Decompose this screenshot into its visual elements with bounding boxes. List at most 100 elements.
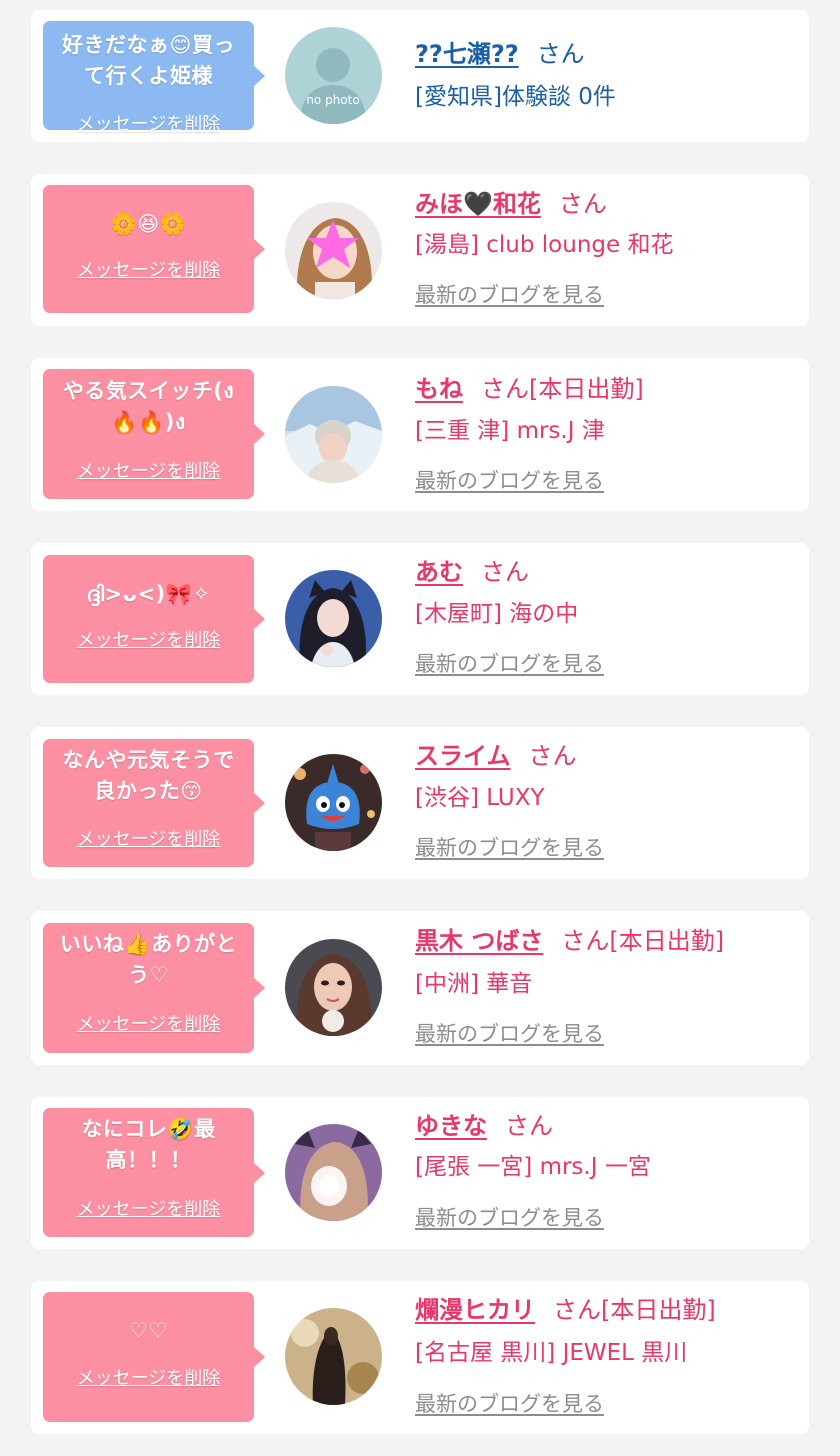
message-bubble: 好きだなぁ😊買っ て行くよ姫様 メッセージを削除 [43, 21, 265, 135]
message-bubble: ♡♡ メッセージを削除 [43, 1292, 265, 1422]
honorific: さん [481, 375, 529, 403]
avatar-photo [285, 1124, 382, 1221]
message-bubble: いいね👍ありがと う♡ メッセージを削除 [43, 923, 265, 1053]
no-photo-label: no photo [306, 93, 359, 107]
message-bubble: やる気スイッチ(ง 🔥🔥)ง メッセージを削除 [43, 369, 265, 499]
name-line: 黒木 つばさ さん[本日出勤] [415, 926, 724, 956]
message-line: 🔥🔥)ง [111, 410, 186, 434]
delete-message-link[interactable]: メッセージを削除 [43, 260, 254, 282]
message-line: う♡ [128, 963, 169, 987]
shop-info: [尾張 一宮] mrs.J 一宮 [415, 1154, 651, 1180]
girl-name-link[interactable]: スライム [415, 742, 511, 770]
delete-message-link[interactable]: メッセージを削除 [43, 829, 254, 851]
message-text: 🌼😆🌼 [47, 209, 250, 240]
delete-message-link[interactable]: メッセージを削除 [43, 1199, 254, 1221]
girl-name-link[interactable]: 黒木 つばさ [415, 927, 543, 955]
girl-name-link[interactable]: みほ🖤和花 [415, 190, 541, 218]
delete-message-link[interactable]: メッセージを削除 [43, 1368, 254, 1390]
honorific: さん [558, 190, 607, 218]
message-list: 好きだなぁ😊買っ て行くよ姫様 メッセージを削除 no photo ??七瀬??… [0, 0, 840, 1456]
latest-blog-link[interactable]: 最新のブログを見る [415, 468, 604, 494]
girl-name-link[interactable]: あむ [415, 558, 463, 586]
message-card: ♡♡ メッセージを削除 爛漫ヒカリ さん[本日出勤] [名古屋 黒川] JEWEL… [31, 1281, 809, 1434]
latest-blog-link[interactable]: 最新のブログを見る [415, 1391, 604, 1417]
honorific: さん [528, 742, 577, 770]
honorific: さん [561, 927, 610, 955]
message-line: 好きだなぁ😊買っ [62, 33, 235, 57]
shop-info: [木屋町] 海の中 [415, 601, 579, 627]
message-line: 🌼😆🌼 [110, 212, 187, 236]
message-line: 高！！！ [105, 1148, 192, 1172]
latest-blog-link[interactable]: 最新のブログを見る [415, 1021, 604, 1047]
avatar[interactable] [285, 754, 382, 851]
message-line: ♡♡ [129, 1319, 168, 1343]
shop-info: [三重 津] mrs.J 津 [415, 418, 605, 444]
delete-message-link[interactable]: メッセージを削除 [43, 630, 254, 652]
girl-name-link[interactable]: ゆきな [415, 1112, 487, 1140]
honorific: さん [481, 558, 529, 586]
name-line: ゆきな さん [415, 1111, 553, 1141]
delete-message-link[interactable]: メッセージを削除 [43, 461, 254, 483]
girl-name-link[interactable]: ??七瀬?? [415, 40, 519, 68]
message-card: いいね👍ありがと う♡ メッセージを削除 黒木 つばさ さん[本日出勤] [中洲]… [31, 911, 809, 1065]
honorific: さん [536, 40, 585, 68]
shop-info: [中洲] 華音 [415, 971, 533, 997]
message-text: ♡♡ [47, 1316, 250, 1347]
message-bubble: ദ്ദി>ᴗ<)🎀✧ メッセージを削除 [43, 555, 265, 683]
name-line: あむ さん [415, 557, 529, 587]
message-bubble: 🌼😆🌼 メッセージを削除 [43, 185, 265, 313]
message-text: 好きだなぁ😊買っ て行くよ姫様 [47, 30, 250, 92]
message-card: ദ്ദി>ᴗ<)🎀✧ メッセージを削除 あむ さん [木屋町] 海の中 最新のブロ… [31, 543, 809, 695]
no-photo-icon: no photo [285, 27, 382, 124]
honorific: さん [505, 1112, 553, 1140]
message-bubble: なんや元気そうで 良かった😙 メッセージを削除 [43, 739, 265, 867]
avatar[interactable] [285, 939, 382, 1036]
latest-blog-link[interactable]: 最新のブログを見る [415, 1205, 604, 1231]
message-line: やる気スイッチ(ง [62, 379, 235, 403]
name-line: みほ🖤和花 さん [415, 189, 607, 219]
message-card: なにコレ🤣最 高！！！ メッセージを削除 ゆきな さん [尾張 一宮] mrs.J… [31, 1097, 809, 1249]
message-bubble: なにコレ🤣最 高！！！ メッセージを削除 [43, 1108, 265, 1237]
avatar-photo [285, 202, 382, 299]
girl-name-link[interactable]: 爛漫ヒカリ [415, 1296, 535, 1324]
name-line: もね さん[本日出勤] [415, 374, 644, 404]
status-badge: [本日出勤] [601, 1296, 716, 1324]
message-line: ദ്ദി>ᴗ<)🎀✧ [86, 582, 211, 606]
latest-blog-link[interactable]: 最新のブログを見る [415, 282, 604, 308]
avatar[interactable] [285, 570, 382, 667]
latest-blog-link[interactable]: 最新のブログを見る [415, 835, 604, 861]
shop-info: [愛知県]体験談 0件 [415, 84, 616, 110]
avatar-photo [285, 1308, 382, 1405]
delete-message-link[interactable]: メッセージを削除 [43, 1014, 254, 1036]
avatar[interactable] [285, 386, 382, 483]
shop-info: [渋谷] LUXY [415, 785, 545, 811]
message-card: やる気スイッチ(ง 🔥🔥)ง メッセージを削除 もね さん[本日出勤] [三重 津… [31, 358, 809, 511]
message-text: やる気スイッチ(ง 🔥🔥)ง [47, 376, 250, 438]
status-badge: [本日出勤] [529, 375, 644, 403]
latest-blog-link[interactable]: 最新のブログを見る [415, 651, 604, 677]
avatar-photo [285, 386, 382, 483]
no-photo-icon[interactable]: no photo [285, 27, 382, 124]
message-line: なにコレ🤣最 [81, 1117, 216, 1141]
message-line: て行くよ姫様 [84, 64, 213, 88]
avatar-photo [285, 939, 382, 1036]
avatar[interactable] [285, 1124, 382, 1221]
avatar-photo [285, 754, 382, 851]
name-line: ??七瀬?? さん [415, 39, 585, 69]
avatar[interactable] [285, 1308, 382, 1405]
message-line: いいね👍ありがと [59, 932, 238, 956]
message-card: なんや元気そうで 良かった😙 メッセージを削除 スライム さん [渋谷] LUX… [31, 727, 809, 879]
avatar[interactable] [285, 202, 382, 299]
message-card: 🌼😆🌼 メッセージを削除 みほ🖤和花 さん [湯島] club lounge 和花… [31, 174, 809, 326]
message-text: いいね👍ありがと う♡ [47, 929, 250, 991]
name-line: スライム さん [415, 741, 577, 771]
delete-message-link[interactable]: メッセージを削除 [43, 114, 254, 136]
honorific: さん [553, 1296, 601, 1324]
message-text: なんや元気そうで 良かった😙 [47, 745, 250, 807]
message-text: なにコレ🤣最 高！！！ [47, 1114, 250, 1176]
status-badge: [本日出勤] [609, 927, 725, 955]
shop-info: [湯島] club lounge 和花 [415, 232, 674, 258]
girl-name-link[interactable]: もね [415, 375, 463, 403]
message-line: なんや元気そうで [62, 748, 235, 772]
name-line: 爛漫ヒカリ さん[本日出勤] [415, 1295, 716, 1325]
